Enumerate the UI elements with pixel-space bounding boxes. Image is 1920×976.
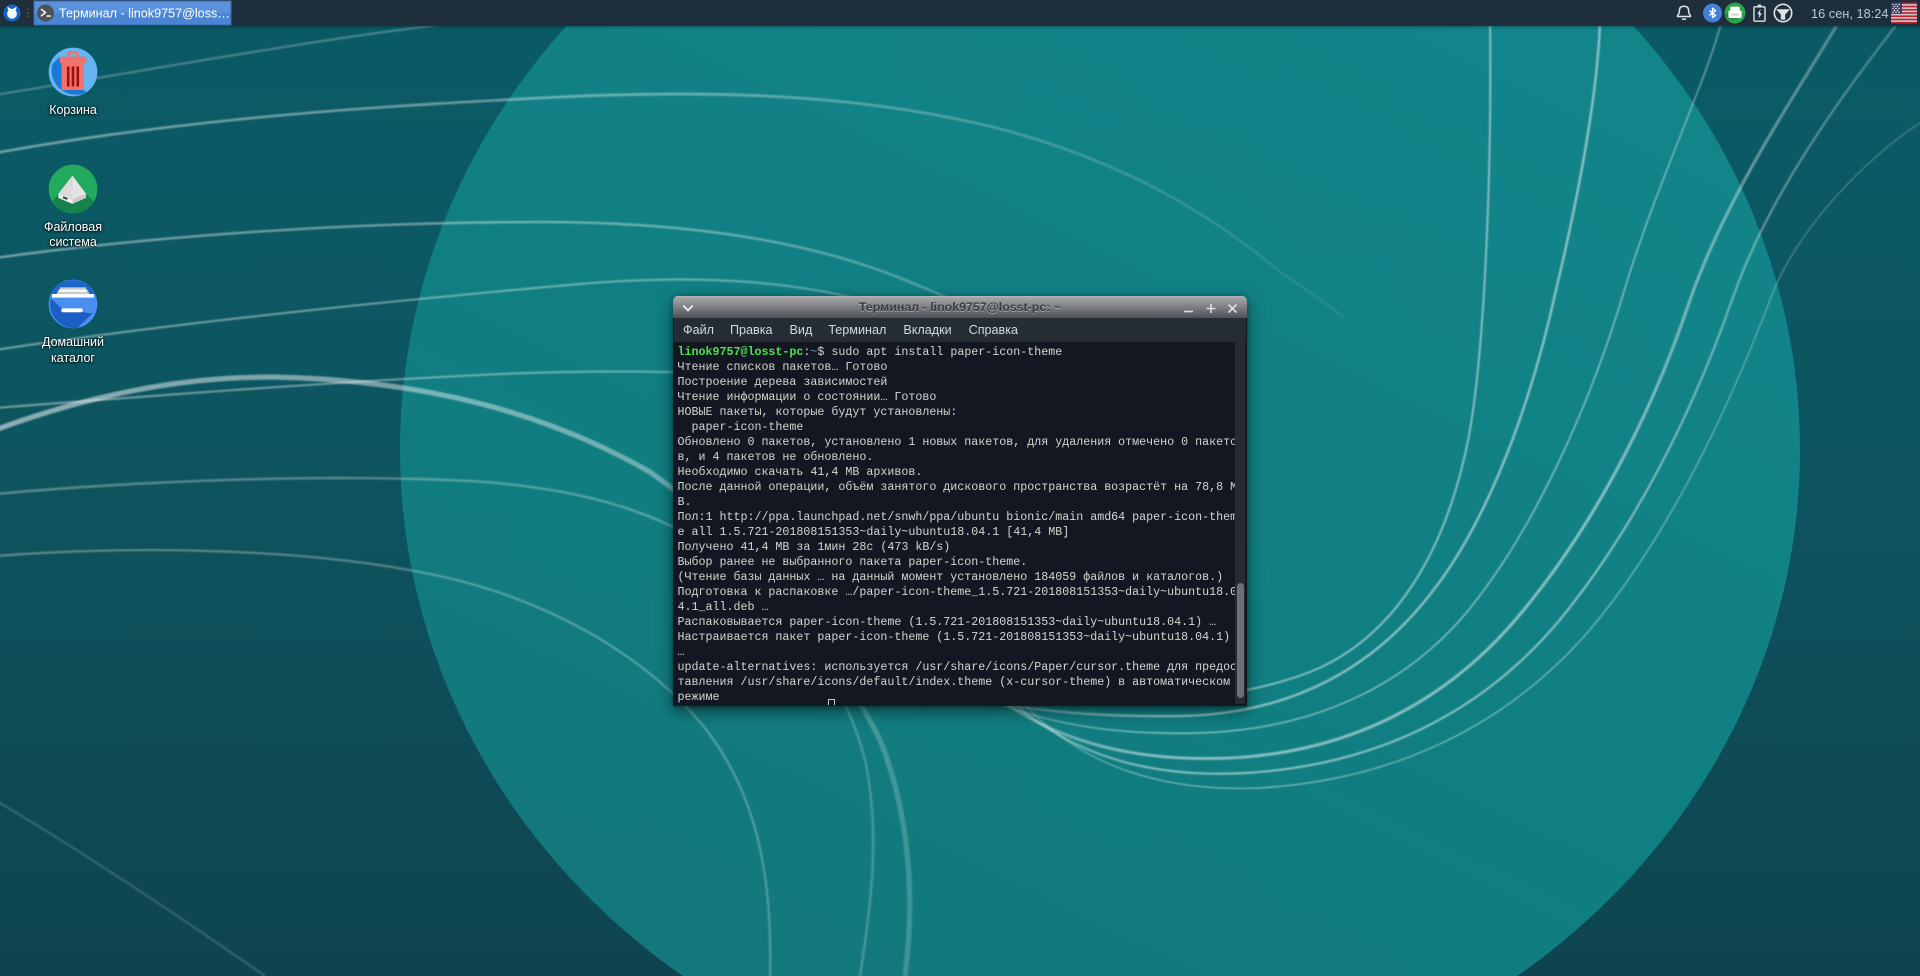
svg-text:16 сен, 18:24: 16 сен, 18:24 — [1811, 6, 1889, 21]
svg-text:Терминал - linok9757@loss…: Терминал - linok9757@loss… — [59, 7, 230, 21]
